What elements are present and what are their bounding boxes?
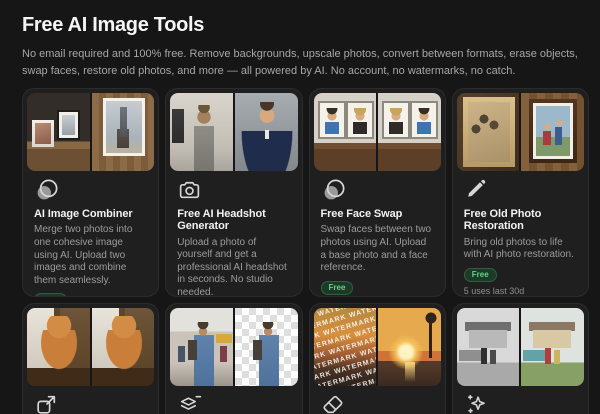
eraser-icon <box>321 392 347 414</box>
tool-title: Free Old Photo Restoration <box>463 208 542 233</box>
preview-after-image <box>91 308 155 386</box>
preview-after-image <box>91 93 155 171</box>
preview-before-after <box>170 308 298 386</box>
tool-card-image-upscaler[interactable] <box>22 303 160 414</box>
tool-card-ai-image-combiner[interactable]: AI Image Combiner Merge two photos into … <box>22 88 160 297</box>
tool-description: Merge two photos into one cohesive image… <box>34 224 133 286</box>
tool-card-face-swap[interactable]: Free Face Swap Swap faces between two ph… <box>308 88 446 297</box>
preview-before-after <box>313 93 441 171</box>
tool-title: Free AI Headshot Generator <box>177 208 266 233</box>
card-body: AI Image Combiner Merge two photos into … <box>23 171 158 296</box>
pencil-icon <box>464 177 490 203</box>
card-body <box>310 386 445 414</box>
card-body: Free Face Swap Swap faces between two ph… <box>310 171 445 296</box>
preview-before-image <box>170 308 233 386</box>
usage-count: 5 uses last 30d <box>463 285 525 296</box>
card-body <box>166 386 301 414</box>
preview-before-after <box>456 93 584 171</box>
preview-before-after <box>170 93 298 171</box>
preview-before-image <box>456 308 520 386</box>
card-body <box>453 386 588 414</box>
preview-before-image <box>27 93 90 171</box>
tool-description: Swap faces between two photos using AI. … <box>320 224 432 274</box>
preview-after-image <box>234 308 298 386</box>
tool-card-watermark-remover[interactable]: WATERMARK WATERMARK WATERMARK WATERMARK … <box>308 303 446 414</box>
card-body <box>23 386 158 414</box>
tool-title: AI Image Combiner <box>34 208 133 220</box>
preview-after-image <box>234 93 298 171</box>
page-title: Free AI Image Tools <box>22 14 205 36</box>
free-badge: Free <box>463 267 497 282</box>
preview-after-image <box>378 93 441 171</box>
tool-description: Bring old photos to life with AI photo r… <box>463 236 574 261</box>
sparkles-icon <box>464 392 490 414</box>
tools-grid: AI Image Combiner Merge two photos into … <box>22 88 589 414</box>
tool-title: Free Face Swap <box>320 208 403 220</box>
tool-card-photo-colorizer[interactable] <box>451 303 589 414</box>
preview-before-image <box>27 308 90 386</box>
upscale-arrow-icon <box>34 392 60 414</box>
tool-card-ai-headshot-generator[interactable]: Free AI Headshot Generator Upload a phot… <box>165 88 303 297</box>
camera-icon <box>177 177 203 203</box>
preview-after-image <box>521 308 584 386</box>
face-swap-circles-icon <box>321 177 347 203</box>
card-body: Free Old Photo Restoration Bring old pho… <box>453 171 588 296</box>
free-badge: Free <box>320 280 354 295</box>
preview-before-image <box>313 93 377 171</box>
page-subtitle: No email required and 100% free. Remove … <box>22 48 578 77</box>
tool-card-background-remover[interactable] <box>165 303 303 414</box>
free-badge: Free <box>34 293 67 296</box>
preview-before-after <box>27 308 155 386</box>
preview-before-after <box>456 308 584 386</box>
tool-card-old-photo-restoration[interactable]: Free Old Photo Restoration Bring old pho… <box>451 88 589 297</box>
preview-before-image <box>456 93 520 171</box>
preview-before-after: WATERMARK WATERMARK WATERMARK WATERMARK … <box>313 308 441 386</box>
watermark-text-overlay: WATERMARK WATERMARK WATERMARK WATERMARK … <box>313 308 377 386</box>
tool-description: Upload a photo of yourself and get a pro… <box>177 236 287 297</box>
page: Free AI Image Tools No email required an… <box>0 0 600 414</box>
preview-watermarked-image: WATERMARK WATERMARK WATERMARK WATERMARK … <box>313 308 377 386</box>
preview-before-image <box>170 93 233 171</box>
preview-after-image <box>521 93 584 171</box>
card-body: Free AI Headshot Generator Upload a phot… <box>166 171 301 297</box>
preview-clean-image <box>378 308 441 386</box>
combine-circles-icon <box>34 177 60 203</box>
layers-minus-icon <box>177 392 203 414</box>
preview-before-after <box>27 93 155 171</box>
